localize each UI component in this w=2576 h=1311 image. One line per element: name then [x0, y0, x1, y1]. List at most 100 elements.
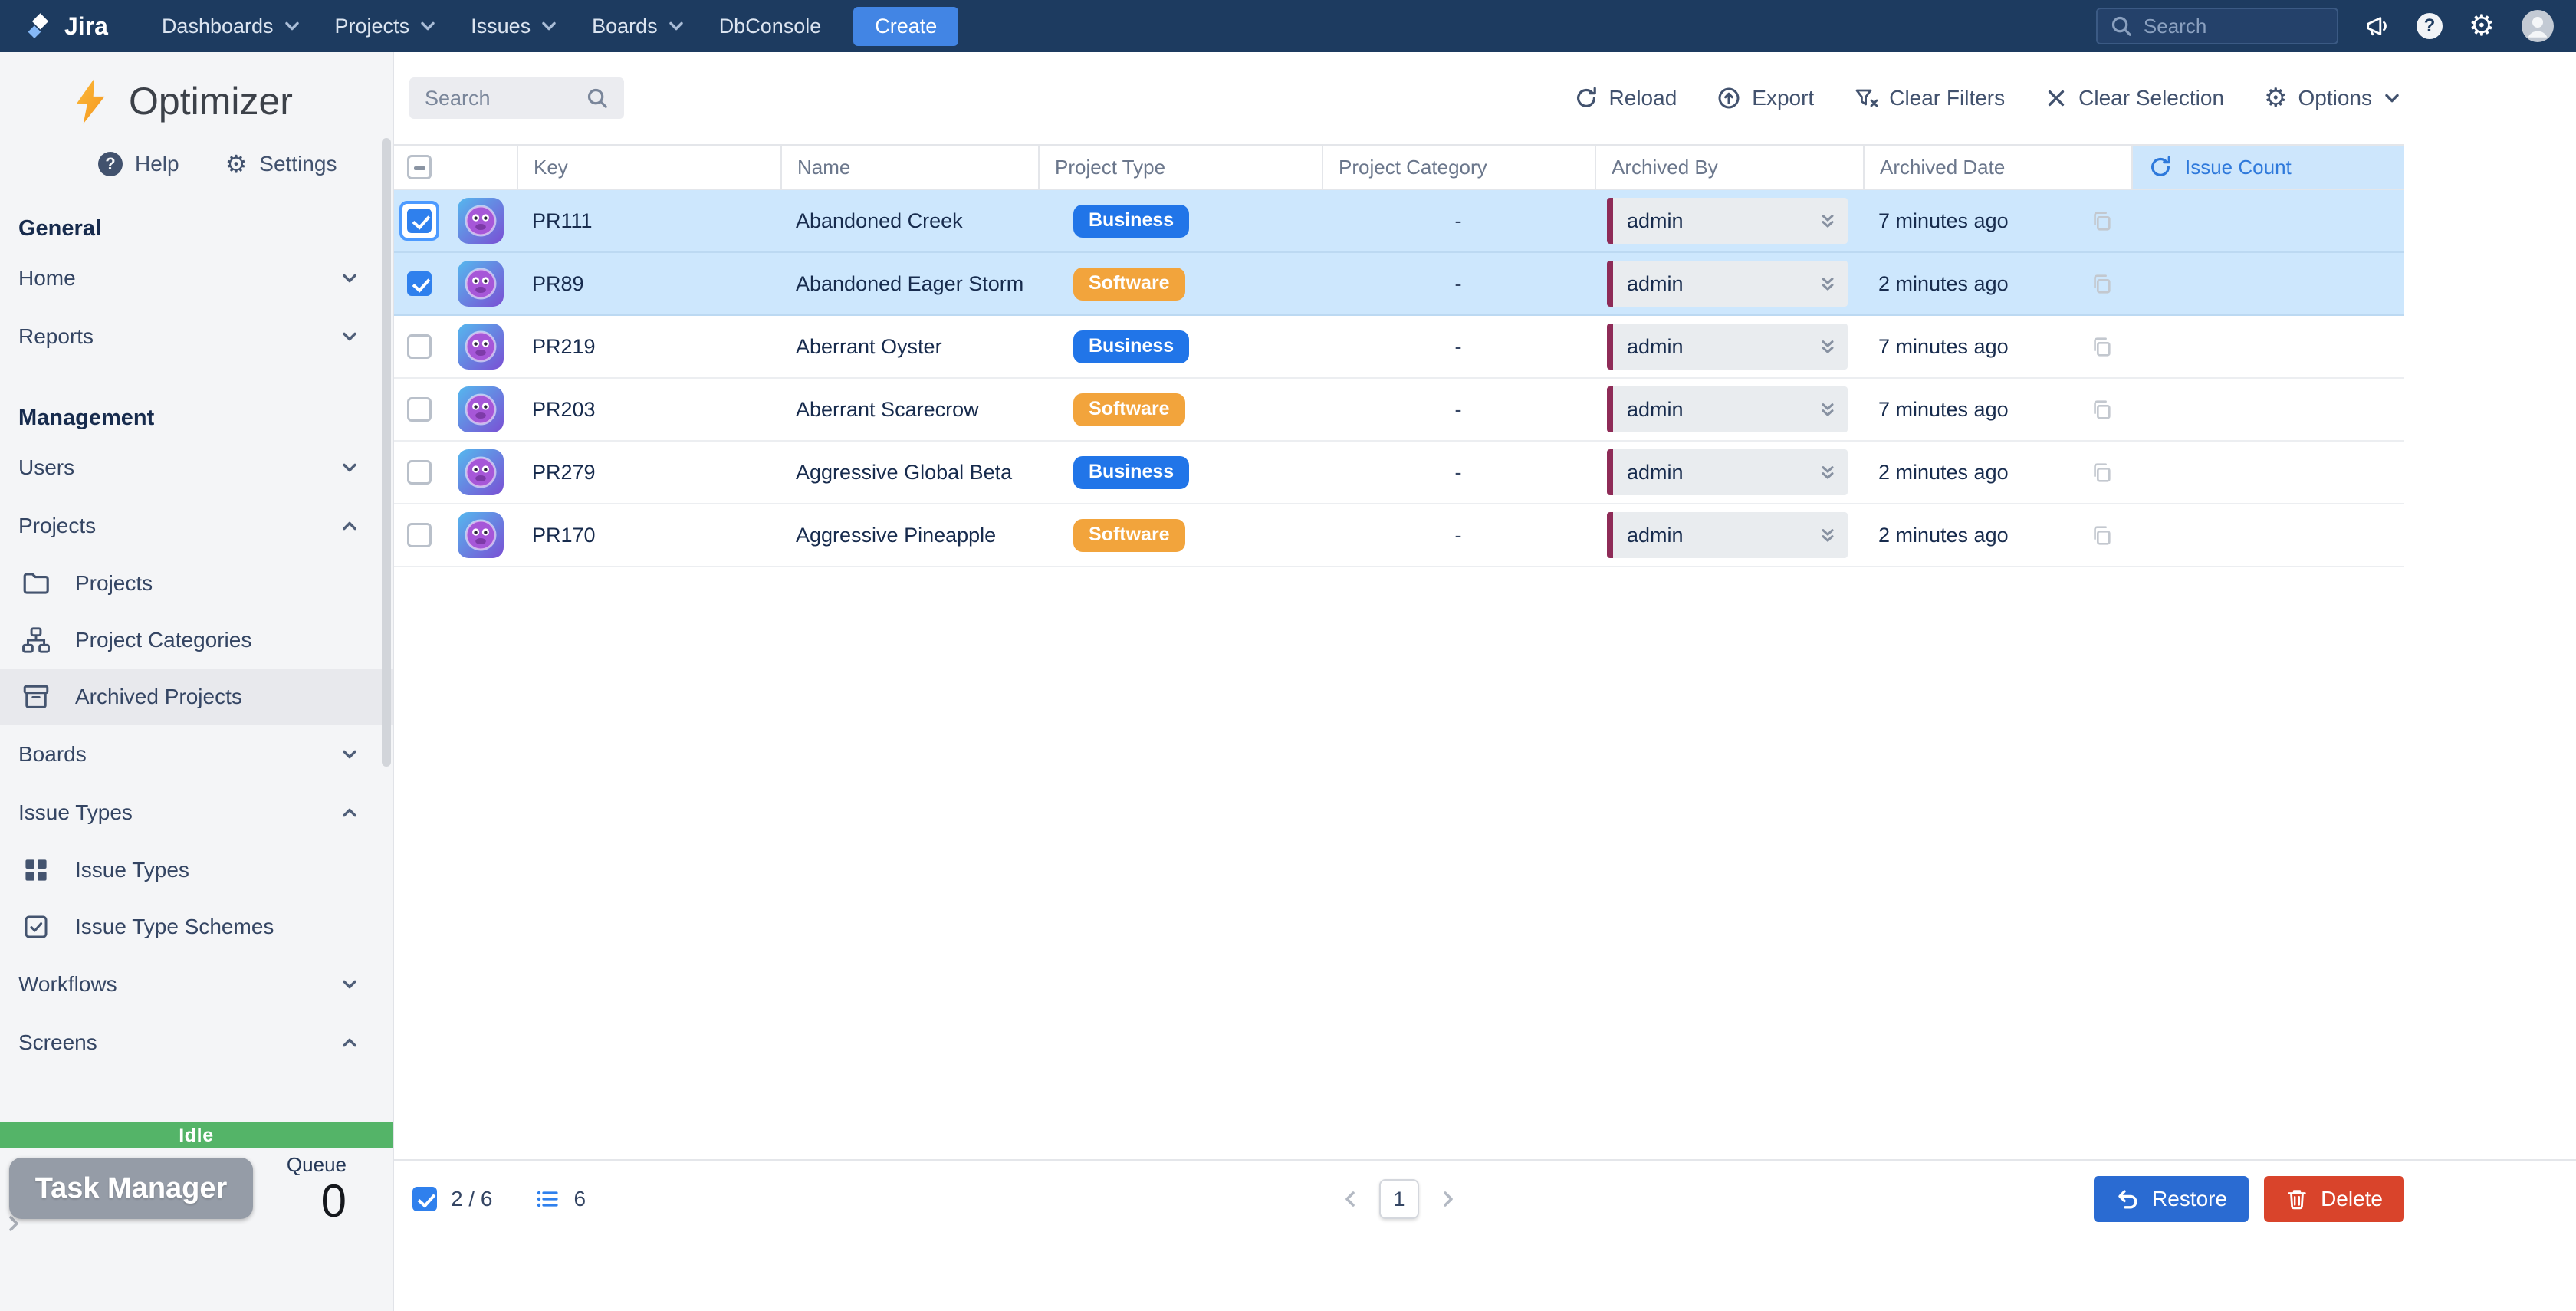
column-header-avatar	[445, 146, 517, 189]
cell-issue-count	[2131, 253, 2404, 314]
row-checkbox[interactable]	[394, 190, 445, 251]
task-manager-button[interactable]: Task Manager	[9, 1158, 253, 1219]
column-header-project-category[interactable]: Project Category	[1322, 146, 1595, 189]
sidebar-item-projects[interactable]: Projects	[0, 497, 393, 555]
create-button[interactable]: Create	[853, 7, 958, 46]
current-page[interactable]: 1	[1379, 1179, 1419, 1219]
cell-project-category: -	[1322, 379, 1595, 440]
double-chevron-icon	[1817, 462, 1838, 483]
topnav-item-projects[interactable]: Projects	[318, 5, 455, 48]
jira-logo[interactable]: Jira	[25, 12, 108, 41]
row-checkbox[interactable]	[394, 379, 445, 440]
sidebar-scrollbar[interactable]	[382, 138, 391, 767]
top-navigation: Jira DashboardsProjectsIssuesBoardsDbCon…	[0, 0, 2576, 52]
total-count: 6	[535, 1187, 586, 1211]
table-row-pr89[interactable]: PR89Abandoned Eager StormSoftware-admin2…	[394, 253, 2404, 316]
sidebar-item-issue-type-schemes[interactable]: Issue Type Schemes	[0, 899, 393, 955]
copy-icon[interactable]	[2090, 335, 2113, 358]
copy-icon[interactable]	[2090, 209, 2113, 232]
restore-button[interactable]: Restore	[2094, 1176, 2249, 1222]
copy-icon[interactable]	[2090, 461, 2113, 484]
selected-checkbox-icon	[412, 1187, 437, 1211]
archived-by-dropdown[interactable]: admin	[1607, 198, 1848, 244]
export-button[interactable]: Export	[1717, 86, 1814, 110]
column-header-issue-count[interactable]: Issue Count	[2131, 146, 2404, 189]
help-link[interactable]: ? Help	[98, 152, 179, 176]
settings-link[interactable]: ⚙ Settings	[225, 152, 337, 176]
double-chevron-icon	[1817, 273, 1838, 294]
clear-selection-button[interactable]: Clear Selection	[2045, 86, 2224, 110]
double-chevron-icon	[1817, 210, 1838, 232]
row-checkbox[interactable]	[394, 504, 445, 566]
prev-page-button[interactable]	[1336, 1185, 1364, 1213]
archive-icon	[21, 682, 51, 711]
cell-archived-date: 7 minutes ago	[1863, 379, 2131, 440]
sidebar-item-screens[interactable]: Screens	[0, 1014, 393, 1072]
column-header-key[interactable]: Key	[517, 146, 780, 189]
queue-count: 0	[287, 1177, 347, 1225]
table-search-input[interactable]	[425, 87, 586, 110]
archived-by-dropdown[interactable]: admin	[1607, 261, 1848, 307]
sidebar-item-users[interactable]: Users	[0, 439, 393, 497]
sidebar-nav: GeneralHomeReportsManagementUsersProject…	[0, 176, 393, 1072]
sidebar-item-workflows[interactable]: Workflows	[0, 955, 393, 1014]
sidebar-item-projects[interactable]: Projects	[0, 555, 393, 612]
row-checkbox[interactable]	[394, 316, 445, 377]
table-search[interactable]	[409, 77, 624, 119]
sidebar-item-project-categories[interactable]: Project Categories	[0, 612, 393, 669]
gear-icon: ⚙	[225, 152, 248, 176]
row-checkbox[interactable]	[394, 253, 445, 314]
delete-button[interactable]: Delete	[2264, 1176, 2404, 1222]
copy-icon[interactable]	[2090, 398, 2113, 421]
chevron-down-icon	[283, 17, 301, 35]
global-search[interactable]	[2096, 8, 2338, 44]
cell-archived-by: admin	[1595, 316, 1863, 377]
announcements-icon[interactable]	[2364, 13, 2390, 39]
table-row-pr170[interactable]: PR170Aggressive PineappleSoftware-admin2…	[394, 504, 2404, 567]
sidebar-item-issue-types[interactable]: Issue Types	[0, 784, 393, 842]
cell-archived-by: admin	[1595, 504, 1863, 566]
main-content: Reload Export Clear Filters Clear Select…	[394, 52, 2576, 1311]
next-page-button[interactable]	[1434, 1185, 1462, 1213]
gear-icon[interactable]: ⚙	[2469, 12, 2495, 41]
table-row-pr219[interactable]: PR219Aberrant OysterBusiness-admin7 minu…	[394, 316, 2404, 379]
topnav-item-issues[interactable]: Issues	[454, 5, 575, 48]
column-header-archived-date[interactable]: Archived Date	[1863, 146, 2131, 189]
table-row-pr111[interactable]: PR111Abandoned CreekBusiness-admin7 minu…	[394, 190, 2404, 253]
topnav-item-boards[interactable]: Boards	[575, 5, 702, 48]
chevron-left-icon	[1339, 1188, 1361, 1210]
archived-by-dropdown[interactable]: admin	[1607, 449, 1848, 495]
sidebar-item-boards[interactable]: Boards	[0, 725, 393, 784]
project-avatar	[445, 316, 517, 377]
scheme-icon	[21, 912, 51, 941]
topnav-item-dashboards[interactable]: Dashboards	[145, 5, 318, 48]
sidebar-item-archived-projects[interactable]: Archived Projects	[0, 669, 393, 725]
clear-filters-button[interactable]: Clear Filters	[1854, 86, 2005, 110]
sidebar-item-issue-types[interactable]: Issue Types	[0, 842, 393, 899]
user-avatar[interactable]	[2521, 9, 2555, 43]
column-header-archived-by[interactable]: Archived By	[1595, 146, 1863, 189]
help-icon[interactable]: ?	[2417, 13, 2443, 39]
app-header: Optimizer	[0, 52, 393, 126]
row-checkbox[interactable]	[394, 442, 445, 503]
cell-archived-date: 2 minutes ago	[1863, 442, 2131, 503]
topnav-item-dbconsole[interactable]: DbConsole	[702, 5, 839, 48]
archived-by-dropdown[interactable]: admin	[1607, 512, 1848, 558]
copy-icon[interactable]	[2090, 524, 2113, 547]
sidebar-item-reports[interactable]: Reports	[0, 307, 393, 366]
cell-issue-count	[2131, 442, 2404, 503]
column-header-project-type[interactable]: Project Type	[1038, 146, 1322, 189]
archived-by-dropdown[interactable]: admin	[1607, 386, 1848, 432]
copy-icon[interactable]	[2090, 272, 2113, 295]
select-all-checkbox[interactable]	[394, 146, 445, 189]
table-row-pr203[interactable]: PR203Aberrant ScarecrowSoftware-admin7 m…	[394, 379, 2404, 442]
options-button[interactable]: ⚙ Options	[2264, 85, 2401, 111]
column-header-name[interactable]: Name	[780, 146, 1038, 189]
archived-by-dropdown[interactable]: admin	[1607, 324, 1848, 370]
reload-button[interactable]: Reload	[1574, 86, 1677, 110]
cell-issue-count	[2131, 504, 2404, 566]
table-row-pr279[interactable]: PR279Aggressive Global BetaBusiness-admi…	[394, 442, 2404, 504]
sidebar-item-home[interactable]: Home	[0, 249, 393, 307]
double-chevron-icon	[1817, 399, 1838, 420]
global-search-input[interactable]	[2144, 15, 2325, 38]
